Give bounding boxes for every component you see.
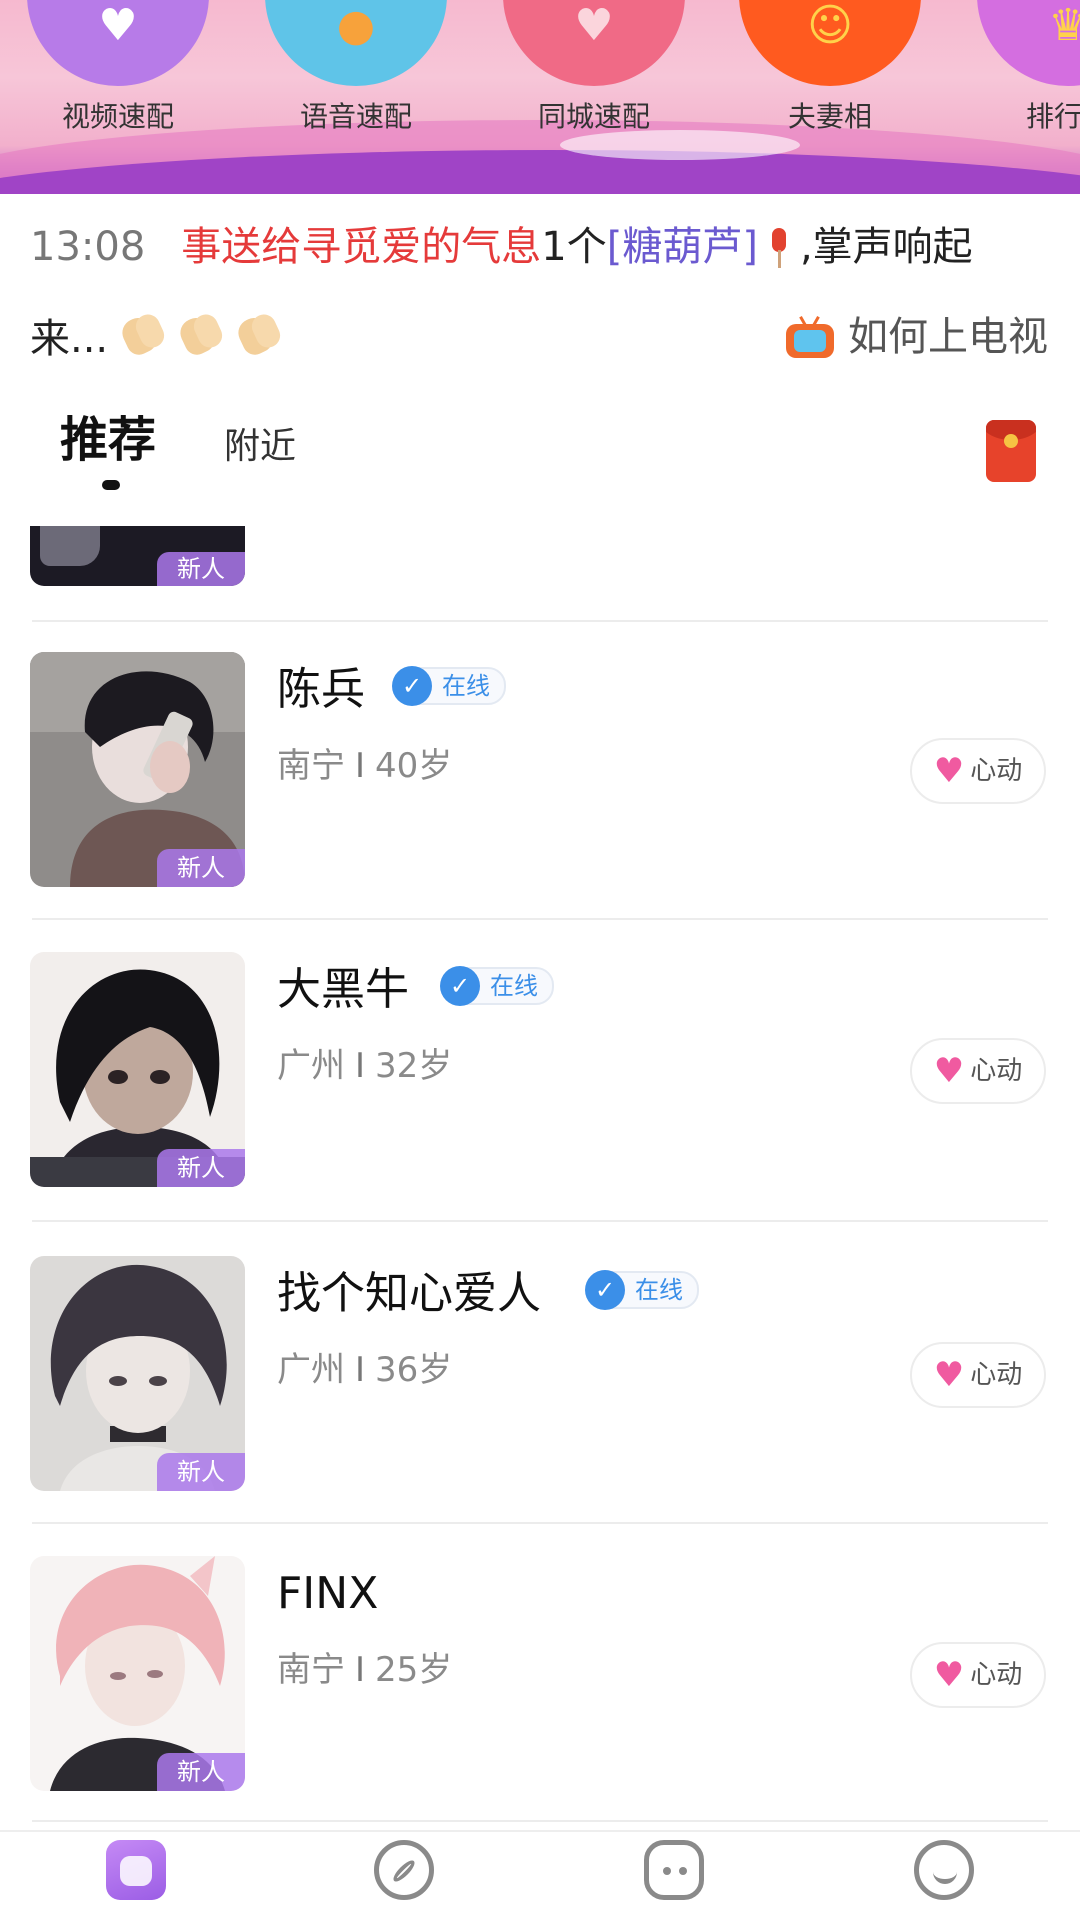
smiley-face-icon: ☺ — [739, 0, 921, 86]
row-divider — [32, 918, 1048, 920]
quick-video-match[interactable]: ♥ 视频速配 — [18, 0, 218, 133]
quick-match-banner: ♥ 视频速配 ● 语音速配 ♥ 同城速配 ☺ 夫妻相 ♛ 排行 — [0, 0, 1080, 194]
verified-check-icon: ✓ — [585, 1270, 625, 1310]
tv-icon — [786, 316, 834, 358]
quick-voice-match[interactable]: ● 语音速配 — [256, 0, 456, 133]
user-name[interactable]: 陈兵 — [277, 662, 365, 718]
user-city: 南宁 — [277, 746, 345, 786]
user-list[interactable]: 新人 新人 陈兵 ✓ 在线 南宁 I 40岁 ♥ 心动 新人 大黑牛 ✓ 在线 … — [0, 526, 1080, 1826]
like-label: 心动 — [970, 1056, 1023, 1086]
like-label: 心动 — [970, 1360, 1023, 1390]
trophy-icon: ♛ — [977, 0, 1080, 86]
user-card[interactable]: 新人 陈兵 ✓ 在线 南宁 I 40岁 ♥ 心动 — [0, 652, 1080, 892]
new-user-badge: 新人 — [157, 1149, 245, 1187]
red-packet-icon[interactable] — [986, 420, 1036, 482]
broadcast-gift-name: [糖葫芦] — [606, 224, 758, 270]
user-name[interactable]: 大黑牛 — [277, 962, 409, 1018]
user-age: 40岁 — [375, 746, 453, 786]
quick-couple-face[interactable]: ☺ 夫妻相 — [730, 0, 930, 133]
row-divider — [32, 1522, 1048, 1524]
like-label: 心动 — [970, 756, 1023, 786]
like-button[interactable]: ♥ 心动 — [910, 738, 1046, 804]
chat-icon[interactable] — [644, 1840, 704, 1900]
quick-match-label: 视频速配 — [61, 100, 174, 133]
user-name[interactable]: FINX — [277, 1566, 378, 1622]
verified-check-icon: ✓ — [392, 666, 432, 706]
quick-city-match[interactable]: ♥ 同城速配 — [494, 0, 694, 133]
broadcast-text: 事送给 — [181, 224, 302, 270]
user-avatar[interactable]: 新人 — [30, 1556, 245, 1791]
user-age: 25岁 — [375, 1650, 453, 1690]
like-button[interactable]: ♥ 心动 — [910, 1342, 1046, 1408]
user-location-age: 广州 I 36岁 — [277, 1348, 452, 1392]
user-avatar-partial[interactable]: 新人 — [30, 526, 245, 586]
user-card[interactable]: 新人 找个知心爱人 ✓ 在线 广州 I 36岁 ♥ 心动 — [0, 1256, 1080, 1496]
candied-haws-icon — [768, 228, 790, 268]
meta-separator: I — [355, 1350, 366, 1390]
user-location-age: 广州 I 32岁 — [277, 1044, 452, 1088]
heart-icon: ♥ — [933, 1051, 965, 1091]
online-status-badge: ✓ 在线 — [392, 666, 506, 706]
hearts-icon: ♥ — [503, 0, 685, 86]
meta-separator: I — [355, 746, 366, 786]
how-to-get-on-tv-link[interactable]: 如何上电视 — [786, 312, 1048, 362]
quick-match-label: 夫妻相 — [787, 100, 872, 133]
verified-check-icon: ✓ — [440, 966, 480, 1006]
compass-icon[interactable] — [374, 1840, 434, 1900]
gift-broadcast: 13:08 事送给寻觅爱的气息1个[糖葫芦] ,掌声响起 — [30, 222, 1060, 272]
broadcast-time: 13:08 — [30, 224, 146, 270]
user-age: 32岁 — [375, 1046, 453, 1086]
user-location-age: 南宁 I 25岁 — [277, 1648, 452, 1692]
user-avatar[interactable]: 新人 — [30, 1256, 245, 1491]
new-user-badge: 新人 — [157, 1753, 245, 1791]
user-city: 南宁 — [277, 1650, 345, 1690]
row-divider — [32, 1220, 1048, 1222]
new-user-badge: 新人 — [157, 1453, 245, 1491]
quick-ranking[interactable]: ♛ 排行 — [968, 0, 1080, 133]
heart-icon: ♥ — [933, 1355, 965, 1395]
microphone-icon: ● — [265, 0, 447, 86]
quick-match-label: 语音速配 — [299, 100, 412, 133]
user-name[interactable]: 找个知心爱人 — [277, 1266, 541, 1322]
meta-separator: I — [355, 1650, 366, 1690]
heart-icon: ♥ — [933, 751, 965, 791]
active-tab-indicator — [102, 480, 120, 490]
broadcast-receiver: 寻觅爱的气息 — [301, 224, 542, 270]
video-heart-icon: ♥ — [27, 0, 209, 86]
user-avatar[interactable]: 新人 — [30, 952, 245, 1187]
like-button[interactable]: ♥ 心动 — [910, 1642, 1046, 1708]
user-card[interactable]: 新人 大黑牛 ✓ 在线 广州 I 32岁 ♥ 心动 — [0, 952, 1080, 1192]
user-city: 广州 — [277, 1046, 345, 1086]
tv-link-label: 如何上电视 — [848, 314, 1048, 360]
quick-match-label: 同城速配 — [537, 100, 650, 133]
tab-nearby[interactable]: 附近 — [224, 424, 296, 470]
user-avatar[interactable]: 新人 — [30, 652, 245, 887]
row-divider — [32, 620, 1048, 622]
online-status-badge: ✓ 在线 — [440, 966, 554, 1006]
home-icon[interactable] — [106, 1840, 166, 1900]
new-user-badge: 新人 — [157, 552, 245, 586]
user-location-age: 南宁 I 40岁 — [277, 744, 452, 788]
clapping-hands-icon — [234, 310, 282, 358]
broadcast-text: 1个 — [541, 224, 607, 270]
tab-recommend[interactable]: 推荐 — [60, 410, 156, 470]
user-card[interactable]: 新人 FINX 南宁 I 25岁 ♥ 心动 — [0, 1556, 1080, 1796]
row-divider — [32, 1820, 1048, 1822]
bottom-nav — [0, 1830, 1080, 1922]
smile-icon[interactable] — [914, 1840, 974, 1900]
quick-match-label: 排行 — [1026, 100, 1080, 133]
online-status-badge: ✓ 在线 — [585, 1270, 699, 1310]
like-button[interactable]: ♥ 心动 — [910, 1038, 1046, 1104]
new-user-badge: 新人 — [157, 849, 245, 887]
broadcast-text: ,掌声响起 — [799, 224, 973, 270]
broadcast-line-2: 来... — [30, 310, 282, 364]
meta-separator: I — [355, 1046, 366, 1086]
user-city: 广州 — [277, 1350, 345, 1390]
like-label: 心动 — [970, 1660, 1023, 1690]
clapping-hands-icon — [118, 310, 166, 358]
clapping-hands-icon — [176, 310, 224, 358]
user-age: 36岁 — [375, 1350, 453, 1390]
heart-icon: ♥ — [933, 1655, 965, 1695]
broadcast-text: 来... — [30, 316, 109, 362]
